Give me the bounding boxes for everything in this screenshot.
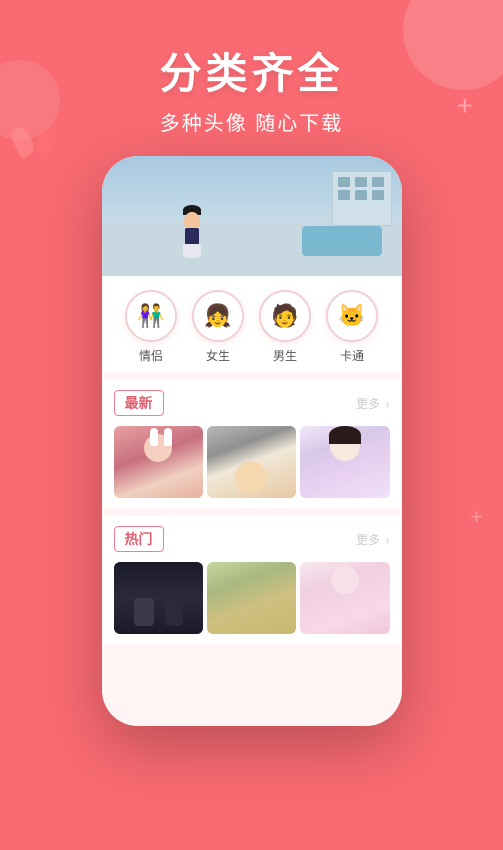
latest-grid [114, 426, 390, 498]
hot-section-header: 热门 更多 › [114, 526, 390, 552]
latest-image-3[interactable] [300, 426, 389, 498]
latest-image-2[interactable] [207, 426, 296, 498]
banner-pool [302, 226, 382, 256]
phone-mockup: 👫 情侣 👧 女生 🧑 男生 🐱 卡通 最新 [102, 156, 402, 726]
latest-section: 最新 更多 › [102, 380, 402, 508]
latest-image-1[interactable] [114, 426, 203, 498]
page-subtitle: 多种头像 随心下载 [0, 107, 503, 136]
latest-tag: 最新 [114, 390, 164, 416]
category-couples[interactable]: 👫 情侣 [125, 290, 177, 364]
hot-more[interactable]: 更多 › [354, 531, 389, 548]
banner-building [332, 171, 392, 226]
hot-image-2[interactable] [207, 562, 296, 634]
category-boys[interactable]: 🧑 男生 [259, 290, 311, 364]
banner-image [102, 156, 402, 276]
category-couples-label: 情侣 [139, 347, 163, 364]
category-boys-label: 男生 [273, 347, 297, 364]
hot-grid [114, 562, 390, 634]
character-figure [182, 203, 207, 258]
latest-more[interactable]: 更多 › [354, 395, 389, 412]
building-windows [338, 177, 386, 200]
hot-image-1[interactable] [114, 562, 203, 634]
category-couples-icon: 👫 [125, 290, 177, 342]
category-boys-icon: 🧑 [259, 290, 311, 342]
category-cartoon-icon: 🐱 [326, 290, 378, 342]
phone-wrapper: 👫 情侣 👧 女生 🧑 男生 🐱 卡通 最新 [0, 156, 503, 726]
category-girls-label: 女生 [206, 347, 230, 364]
category-girls[interactable]: 👧 女生 [192, 290, 244, 364]
header: 分类齐全 多种头像 随心下载 [0, 0, 503, 136]
phone-bottom-space [102, 644, 402, 660]
hot-tag: 热门 [114, 526, 164, 552]
hot-section: 热门 更多 › [102, 516, 402, 644]
page-title: 分类齐全 [0, 40, 503, 101]
category-cartoon-label: 卡通 [340, 347, 364, 364]
category-girls-icon: 👧 [192, 290, 244, 342]
category-cartoon[interactable]: 🐱 卡通 [326, 290, 378, 364]
hot-image-3[interactable] [300, 562, 389, 634]
category-section: 👫 情侣 👧 女生 🧑 男生 🐱 卡通 [102, 276, 402, 372]
phone-content: 👫 情侣 👧 女生 🧑 男生 🐱 卡通 最新 [102, 156, 402, 726]
latest-section-header: 最新 更多 › [114, 390, 390, 416]
